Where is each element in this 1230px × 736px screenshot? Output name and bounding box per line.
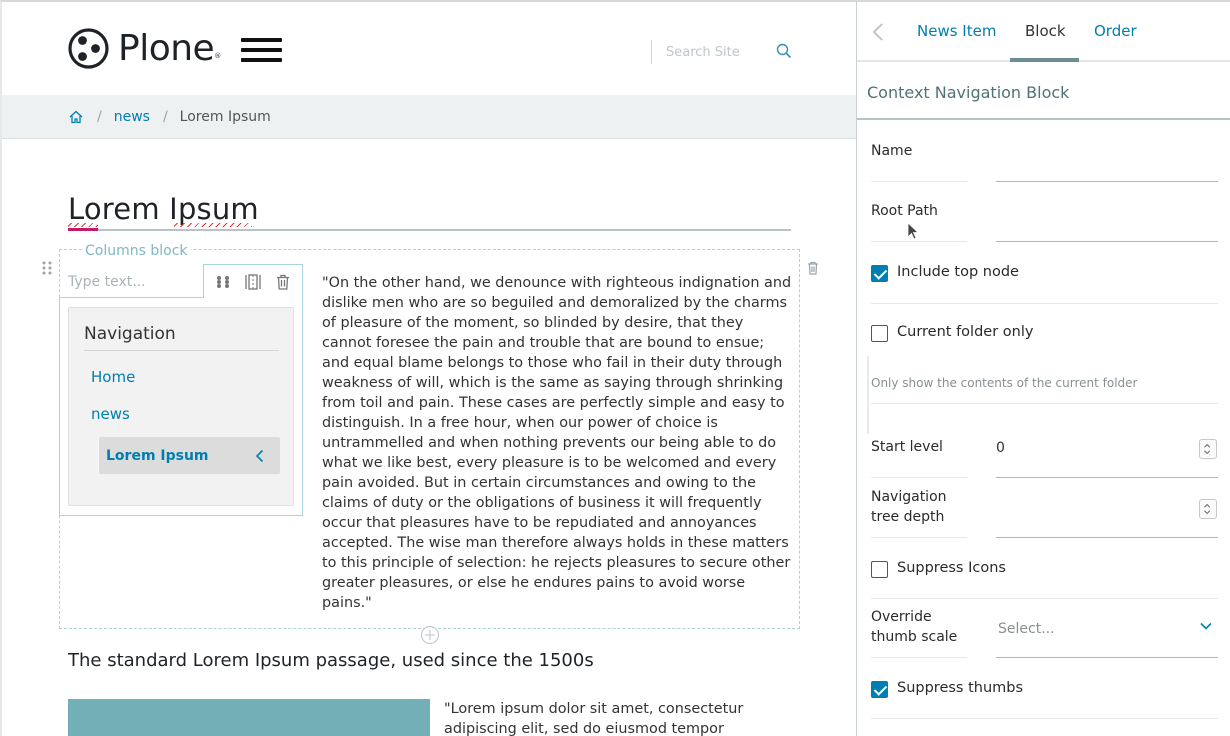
divider	[871, 241, 967, 242]
plone-logo[interactable]: Plone®	[68, 28, 221, 69]
tab-block[interactable]: Block	[1025, 22, 1066, 40]
nav-item-home[interactable]: Home	[91, 368, 135, 386]
delete-block-icon[interactable]	[805, 260, 821, 276]
include-top-node-checkbox[interactable]	[871, 265, 888, 282]
chevron-down-icon[interactable]	[1199, 619, 1213, 633]
current-folder-only-label: Current folder only	[897, 324, 1034, 340]
chevron-left-icon	[255, 449, 264, 462]
breadcrumb-link-news[interactable]: news	[114, 109, 150, 125]
tab-order[interactable]: Order	[1094, 22, 1137, 40]
start-level-field[interactable]: 0	[996, 440, 1005, 456]
divider	[871, 403, 1218, 404]
nav-item-active[interactable]: Lorem Ipsum	[99, 437, 280, 474]
text-block-placeholder[interactable]: Type text...	[68, 274, 146, 290]
help-bar	[867, 356, 869, 434]
suppress-icons-label: Suppress Icons	[897, 560, 1006, 576]
root-path-label: Root Path	[871, 203, 938, 219]
search-box	[651, 40, 797, 64]
sidebar: News Item Block Order Context Navigation…	[856, 2, 1230, 736]
divider	[871, 718, 1218, 719]
plone-logo-icon	[68, 28, 109, 69]
section-heading[interactable]: The standard Lorem Ipsum passage, used s…	[68, 650, 594, 671]
breadcrumb-current: Lorem Ipsum	[179, 108, 271, 125]
navigation-heading: Navigation	[84, 324, 176, 344]
divider	[871, 181, 967, 182]
divider	[871, 477, 967, 478]
sidebar-title: Context Navigation Block	[867, 83, 1070, 102]
back-chevron-icon[interactable]	[871, 22, 885, 42]
override-thumb-scale-underline	[996, 657, 1218, 658]
override-thumb-scale-select[interactable]: Select...	[998, 621, 1055, 637]
include-top-node-label: Include top node	[897, 264, 1019, 280]
suppress-thumbs-checkbox[interactable]	[871, 681, 888, 698]
nav-item-news[interactable]: news	[91, 405, 130, 423]
drag-handle-icon[interactable]	[41, 260, 53, 276]
add-block-icon[interactable]	[420, 625, 440, 645]
suppress-thumbs-label: Suppress thumbs	[897, 680, 1024, 696]
divider	[857, 118, 1230, 120]
title-underline	[68, 229, 791, 231]
column-toolbar	[203, 264, 303, 298]
mouse-cursor-icon	[907, 222, 919, 240]
root-path-field-underline	[996, 241, 1218, 242]
divider	[871, 537, 967, 538]
nav-item-active-label: Lorem Ipsum	[106, 447, 209, 464]
current-folder-only-help: Only show the contents of the current fo…	[871, 376, 1138, 390]
sidebar-tabs: News Item Block Order	[857, 2, 1230, 62]
search-input[interactable]	[666, 44, 776, 60]
divider	[871, 657, 967, 658]
navigation-portlet: Navigation Home news Lorem Ipsum	[68, 307, 294, 506]
delete-column-icon[interactable]	[274, 273, 292, 291]
nav-tree-depth-stepper[interactable]	[1199, 499, 1217, 519]
drag-icon[interactable]	[214, 273, 232, 291]
home-icon[interactable]	[68, 109, 84, 125]
divider	[871, 598, 1218, 599]
name-field-underline	[996, 181, 1218, 182]
breadcrumb: / news / Lorem Ipsum	[2, 95, 856, 139]
start-level-stepper[interactable]	[1199, 439, 1217, 459]
root-path-field[interactable]	[996, 214, 1218, 240]
spellcheck-underline	[174, 223, 252, 227]
name-label: Name	[871, 143, 913, 159]
title-accent	[68, 228, 98, 231]
current-folder-only-checkbox[interactable]	[871, 325, 888, 342]
body-paragraph-2[interactable]: "Lorem ipsum dolor sit amet, consectetur…	[444, 699, 794, 736]
search-icon[interactable]	[776, 43, 792, 59]
body-paragraph[interactable]: "On the other hand, we denounce with rig…	[322, 273, 792, 613]
divider	[84, 350, 279, 351]
image-block[interactable]	[68, 699, 430, 736]
spellcheck-underline	[68, 223, 98, 227]
columns-block-label: Columns block	[82, 243, 191, 259]
breadcrumb-separator: /	[97, 108, 102, 125]
start-level-label: Start level	[871, 439, 943, 455]
logo-text: Plone®	[118, 28, 221, 69]
page-title[interactable]: Lorem Ipsum	[68, 192, 259, 226]
nav-tree-depth-label: Navigation tree depth	[871, 489, 947, 525]
active-tab-indicator	[1010, 58, 1079, 62]
override-thumb-scale-label: Override thumb scale	[871, 609, 958, 645]
nav-tree-depth-underline	[996, 537, 1218, 538]
column-settings-icon[interactable]	[244, 273, 262, 291]
main-content: Plone® / news / Lorem Ipsum Lorem Ipsum …	[2, 2, 856, 736]
breadcrumb-separator: /	[162, 108, 168, 125]
name-field[interactable]	[996, 154, 1218, 180]
start-level-underline	[996, 477, 1218, 478]
hamburger-menu-icon[interactable]	[241, 38, 282, 64]
tab-news-item[interactable]: News Item	[917, 22, 996, 40]
divider	[871, 303, 1218, 304]
suppress-icons-checkbox[interactable]	[871, 561, 888, 578]
